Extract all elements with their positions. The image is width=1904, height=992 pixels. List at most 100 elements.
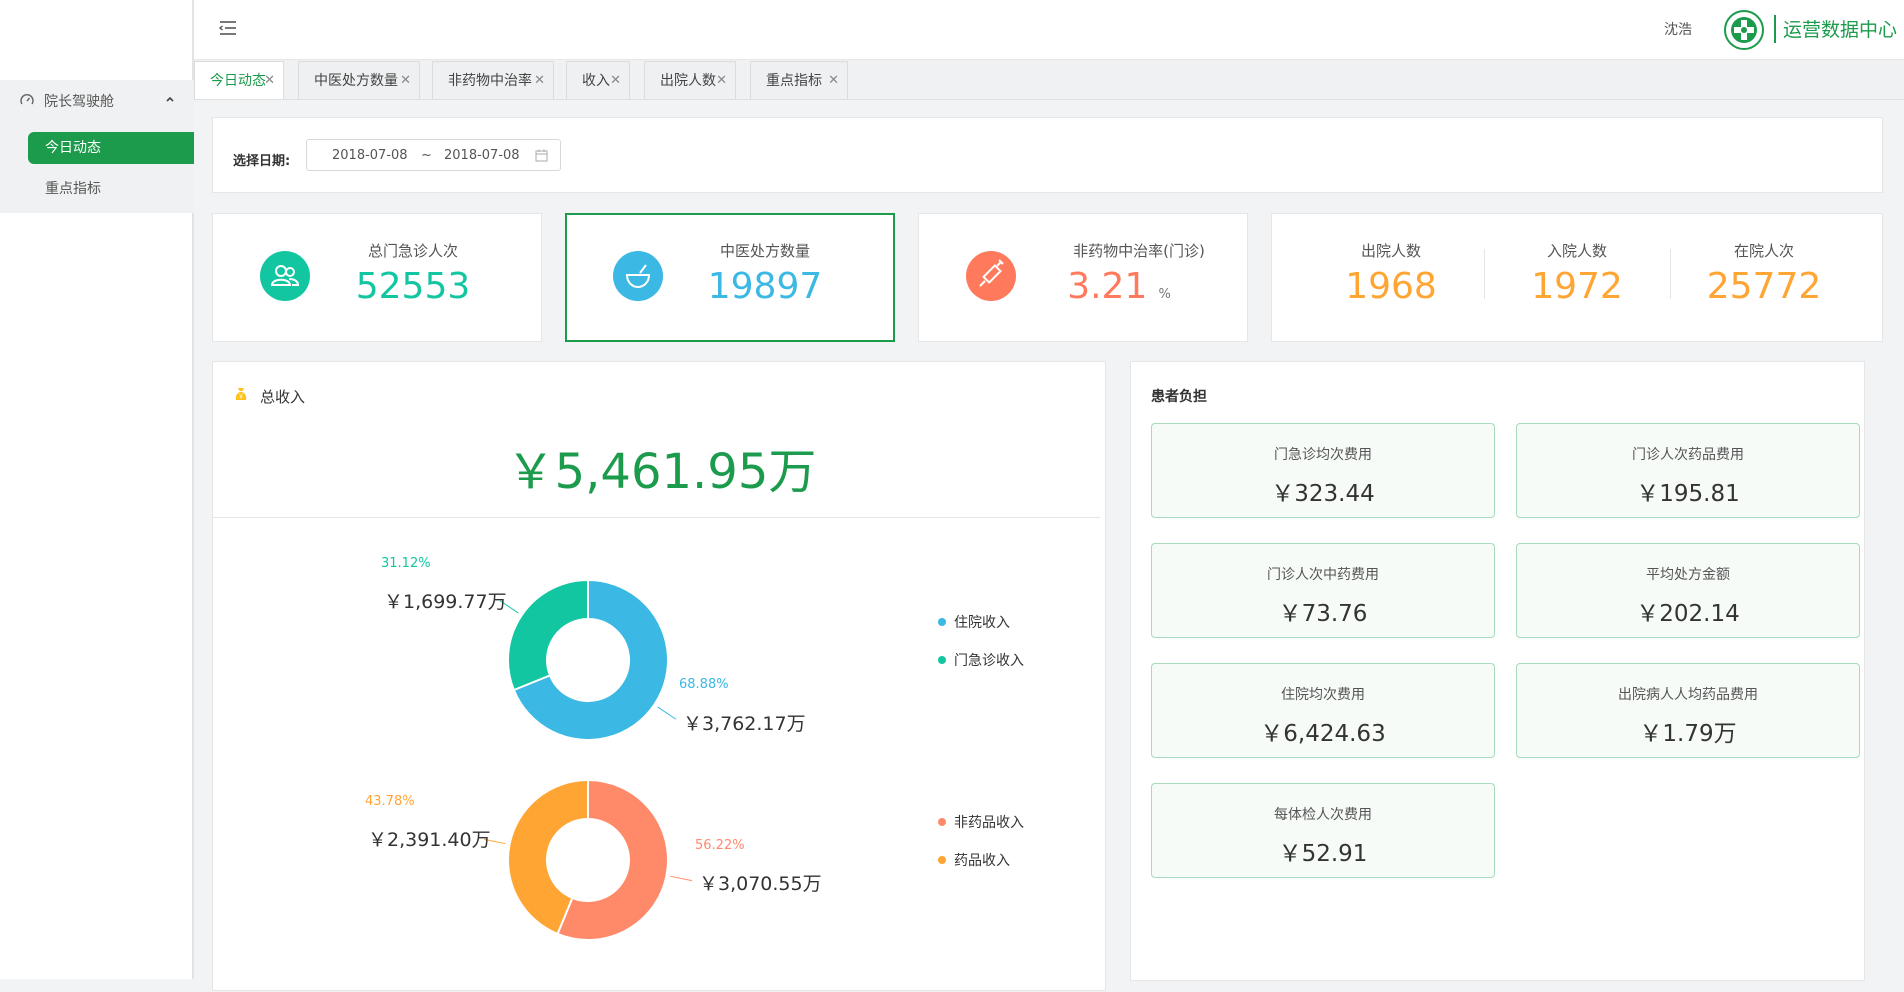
legend-label: 非药品收入 [954, 815, 1024, 831]
close-icon[interactable]: ✕ [400, 62, 411, 100]
legend-drug-income[interactable]: 药品收入 [938, 850, 1010, 870]
svg-text:￥: ￥ [238, 394, 244, 401]
burden-value: ￥323.44 [1271, 481, 1375, 507]
donut1-slice-1[interactable] [507, 578, 589, 692]
logo-divider [1774, 15, 1776, 43]
legend-dot [938, 856, 946, 864]
top-header: 沈浩 运营数据中心 [194, 0, 1904, 60]
legend-inpatient-income[interactable]: 住院收入 [938, 612, 1010, 632]
stat-label: 总门急诊人次 [367, 242, 458, 260]
legend-outpatient-income[interactable]: 门急诊收入 [938, 650, 1024, 670]
users-icon [260, 251, 310, 301]
date-range-picker[interactable]: 2018-07-08 ~ 2018-07-08 [306, 139, 561, 171]
burden-card[interactable]: 门急诊均次费用 ￥323.44 [1151, 423, 1495, 518]
stat-value-admitted[interactable]: 1972 [1477, 266, 1677, 307]
burden-label: 出院病人人均药品费用 [1618, 687, 1758, 703]
donut1-leader-0 [657, 706, 677, 720]
stat-value: 3.21 [1067, 266, 1148, 307]
close-icon[interactable]: ✕ [534, 62, 545, 100]
legend-label: 住院收入 [954, 615, 1010, 631]
sidebar-group-header[interactable]: 院长驾驶舱 [0, 80, 194, 120]
burden-label: 住院均次费用 [1281, 687, 1365, 703]
menu-toggle-icon[interactable] [218, 18, 238, 38]
stat-card-tcm-rx[interactable]: 中医处方数量 19897 [565, 213, 895, 342]
date-end[interactable]: 2018-07-08 [444, 148, 520, 163]
tab-income[interactable]: 收入 ✕ [566, 61, 630, 99]
burden-value: ￥195.81 [1636, 481, 1740, 507]
stat-value: 19897 [707, 266, 823, 307]
burden-card[interactable]: 出院病人人均药品费用 ￥1.79万 [1516, 663, 1860, 758]
calendar-icon[interactable] [535, 149, 548, 162]
tab-discharged[interactable]: 出院人数 ✕ [644, 61, 736, 99]
tab-nondrug-rate[interactable]: 非药物中治率 ✕ [432, 61, 554, 99]
close-icon[interactable]: ✕ [264, 62, 275, 100]
donut2-amount-drug: ￥2,391.40万 [368, 829, 491, 851]
tab-key-indicators[interactable]: 重点指标 ✕ [750, 61, 848, 99]
stat-label: 入院人数 [1546, 242, 1607, 260]
burden-label: 平均处方金额 [1646, 567, 1730, 583]
tab-label: 出院人数 [660, 73, 716, 89]
legend-label: 门急诊收入 [954, 653, 1024, 669]
donut2-amount-nondrug: ￥3,070.55万 [699, 873, 822, 895]
brand-title: 运营数据中心 [1783, 19, 1898, 41]
burden-card[interactable]: 住院均次费用 ￥6,424.63 [1151, 663, 1495, 758]
stat-value-discharged[interactable]: 1968 [1291, 266, 1491, 307]
tab-bar: 今日动态 ✕ 中医处方数量 ✕ 非药物中治率 ✕ 收入 ✕ 出院人数 ✕ 重点指标 ✕ [194, 60, 1904, 100]
money-bag-icon: ￥ [235, 388, 247, 401]
donut2-pct-nondrug: 56.22% [695, 838, 745, 853]
tab-tcm-rx[interactable]: 中医处方数量 ✕ [298, 61, 420, 99]
legend-label: 药品收入 [954, 853, 1010, 869]
burden-value: ￥73.76 [1278, 601, 1368, 627]
donut2-leader-0 [670, 875, 693, 882]
burden-card[interactable]: 平均处方金额 ￥202.14 [1516, 543, 1860, 638]
mortar-bowl-icon [613, 251, 663, 301]
donut1-amount-inpatient: ￥3,762.17万 [683, 713, 806, 735]
stat-unit: % [1158, 287, 1171, 302]
tab-today[interactable]: 今日动态 ✕ [194, 61, 284, 99]
stat-card-inpatient-group: 出院人数 1968 入院人数 1972 在院人次 25772 [1271, 213, 1883, 342]
legend-dot [938, 818, 946, 826]
legend-dot [938, 656, 946, 664]
tab-label: 非药物中治率 [448, 73, 532, 89]
close-icon[interactable]: ✕ [828, 62, 839, 100]
sidebar-item-today[interactable]: 今日动态 [28, 132, 194, 164]
sidebar-group-label: 院长驾驶舱 [44, 94, 114, 110]
tab-label: 中医处方数量 [314, 73, 398, 89]
close-icon[interactable]: ✕ [610, 62, 621, 100]
legend-nondrug-income[interactable]: 非药品收入 [938, 812, 1024, 832]
burden-label: 门急诊均次费用 [1274, 447, 1372, 463]
date-start[interactable]: 2018-07-08 [332, 148, 408, 163]
stat-value: 52553 [355, 266, 471, 307]
stat-value-inpatient[interactable]: 25772 [1664, 266, 1864, 307]
burden-card[interactable]: 门诊人次中药费用 ￥73.76 [1151, 543, 1495, 638]
stat-label: 中医处方数量 [719, 242, 810, 260]
stat-card-outpatient[interactable]: 总门急诊人次 52553 [212, 213, 542, 342]
burden-label: 每体检人次费用 [1274, 807, 1372, 823]
chevron-up-icon[interactable] [164, 93, 176, 105]
date-filter-label: 选择日期: [233, 154, 291, 169]
income-title: 总收入 [260, 388, 306, 406]
burden-title: 患者负担 [1151, 389, 1207, 405]
stat-value-row: 3.21 % [1019, 266, 1219, 307]
dashboard-gauge-icon [20, 94, 34, 105]
stat-label: 非药物中治率(门诊) [1073, 242, 1205, 260]
burden-card[interactable]: 每体检人次费用 ￥52.91 [1151, 783, 1495, 878]
donut1-pct-inpatient: 68.88% [679, 677, 729, 692]
donut1-amount-outpatient: ￥1,699.77万 [384, 591, 507, 613]
legend-dot [938, 618, 946, 626]
syringe-icon [966, 251, 1016, 301]
stat-card-nondrug-rate[interactable]: 非药物中治率(门诊) 3.21 % [918, 213, 1248, 342]
sidebar-item-key-indicators[interactable]: 重点指标 [28, 173, 194, 205]
burden-card[interactable]: 门诊人次药品费用 ￥195.81 [1516, 423, 1860, 518]
sidebar: 院长驾驶舱 今日动态 重点指标 [0, 0, 194, 979]
donut1-pct-outpatient: 31.12% [381, 556, 431, 571]
date-separator: ~ [421, 148, 432, 163]
donut2-pct-drug: 43.78% [365, 794, 415, 809]
user-name[interactable]: 沈浩 [1664, 19, 1692, 39]
tab-label: 重点指标 [766, 73, 822, 89]
burden-label: 门诊人次中药费用 [1267, 567, 1379, 583]
close-icon[interactable]: ✕ [716, 62, 727, 100]
stat-label: 出院人数 [1360, 242, 1421, 260]
hospital-logo-icon [1724, 10, 1764, 50]
burden-value: ￥6,424.63 [1260, 721, 1386, 747]
